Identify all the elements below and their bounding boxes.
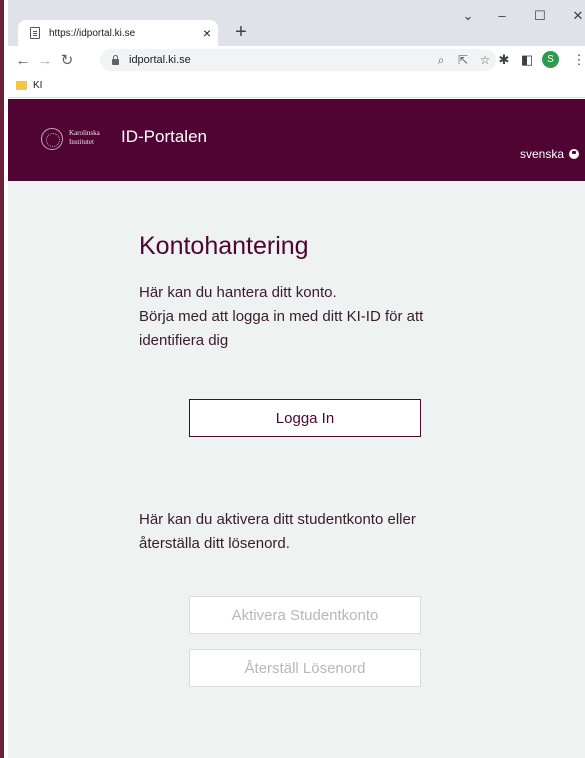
url-text: idportal.ki.se <box>129 54 191 66</box>
site-title[interactable]: ID-Portalen <box>121 127 207 147</box>
browser-toolbar: ← → ↻ idportal.ki.se ⌕ ⇱ ☆ ✱ ◧ S ⋮ <box>8 46 585 74</box>
folder-icon <box>16 81 27 90</box>
bookmarks-bar: KI <box>8 74 585 98</box>
login-button[interactable]: Logga In <box>189 399 421 437</box>
close-tab-icon[interactable]: × <box>196 25 218 41</box>
ki-seal-logo[interactable] <box>41 128 63 150</box>
share-icon[interactable]: ⇱ <box>452 53 474 67</box>
close-window-icon[interactable]: ✕ <box>568 8 585 24</box>
maximize-icon[interactable]: ☐ <box>530 8 550 24</box>
reset-password-button[interactable]: Återställ Lösenord <box>189 649 421 687</box>
tab-title: https://idportal.ki.se <box>49 27 136 39</box>
globe-icon <box>569 149 580 159</box>
side-panel-icon[interactable]: ◧ <box>518 52 536 68</box>
forward-icon[interactable]: → <box>34 52 56 69</box>
tab-strip: https://idportal.ki.se × + ⌄ – ☐ ✕ <box>8 0 585 46</box>
address-bar[interactable]: idportal.ki.se ⌕ ⇱ ☆ <box>100 49 496 71</box>
back-icon[interactable]: ← <box>12 52 34 69</box>
new-tab-button[interactable]: + <box>230 18 252 46</box>
intro-line-2: Börja med att logga in med ditt KI-ID fö… <box>139 308 424 349</box>
intro-line-1: Här kan du hantera ditt konto. <box>139 284 337 301</box>
tab-search-icon[interactable]: ⌄ <box>458 8 478 24</box>
activate-student-account-button[interactable]: Aktivera Studentkonto <box>189 596 421 634</box>
language-label: svenska <box>520 147 565 161</box>
main-content: Kontohantering Här kan du hantera ditt k… <box>8 181 585 758</box>
menu-icon[interactable]: ⋮ <box>570 52 585 68</box>
profile-avatar[interactable]: S <box>542 51 559 68</box>
logo-line-1: Karolinska <box>69 129 100 137</box>
browser-window: https://idportal.ki.se × + ⌄ – ☐ ✕ ← → ↻… <box>0 0 585 758</box>
minimize-icon[interactable]: – <box>492 8 512 23</box>
bookmark-star-icon[interactable]: ☆ <box>474 53 496 67</box>
intro-text: Här kan du hantera ditt konto. Börja med… <box>139 281 489 353</box>
reload-icon[interactable]: ↻ <box>56 51 78 69</box>
extensions-icon[interactable]: ✱ <box>495 52 513 68</box>
logo-line-2: Institutet <box>69 138 94 146</box>
ki-wordmark[interactable]: Karolinska Institutet <box>69 129 100 147</box>
zoom-icon[interactable]: ⌕ <box>430 53 452 68</box>
bookmark-ki[interactable]: KI <box>33 80 42 91</box>
site-header: Karolinska Institutet ID-Portalen svensk… <box>8 99 585 181</box>
page-title: Kontohantering <box>139 232 309 260</box>
language-switch[interactable]: svenska <box>520 147 580 161</box>
browser-tab[interactable]: https://idportal.ki.se × <box>18 20 218 46</box>
student-text: Här kan du aktivera ditt studentkonto el… <box>139 511 416 552</box>
lock-icon <box>112 54 119 65</box>
page-icon <box>30 27 40 39</box>
